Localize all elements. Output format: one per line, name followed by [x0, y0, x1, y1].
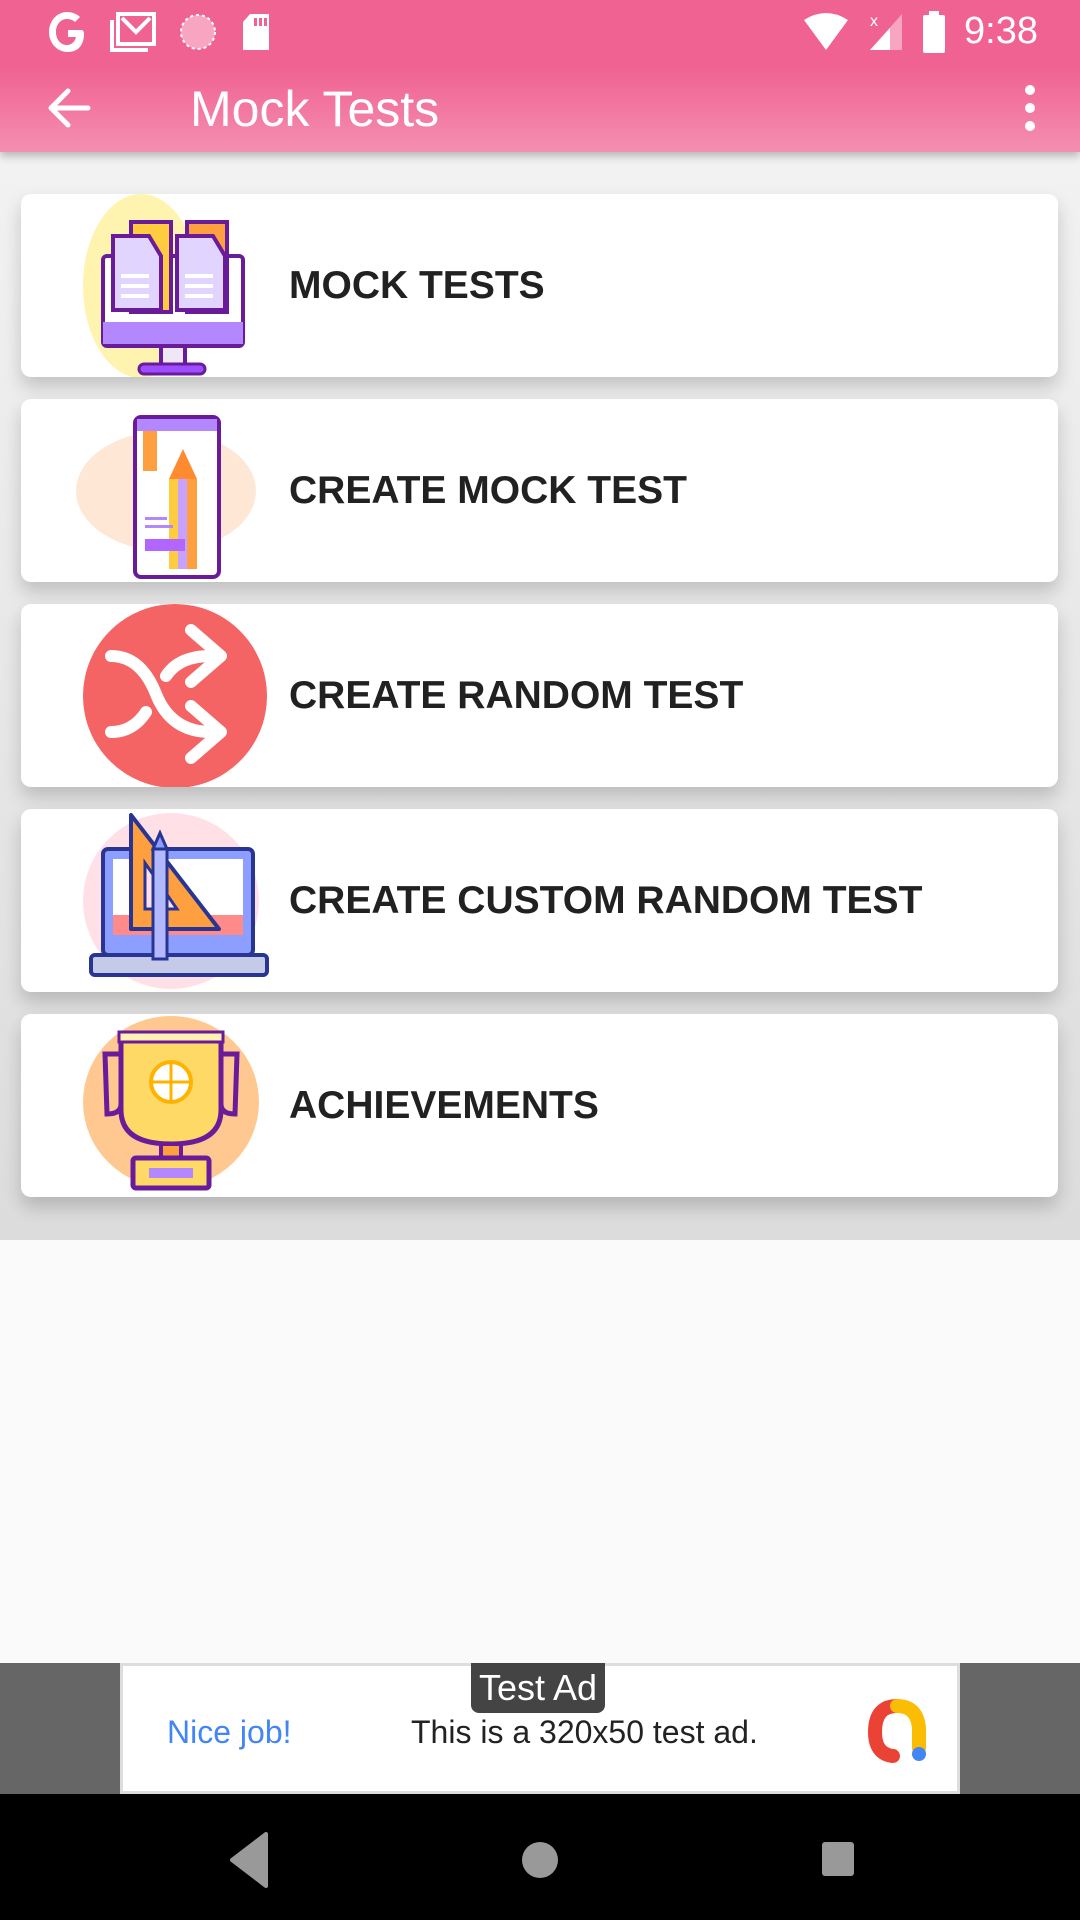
menu-item-mock-tests[interactable]: MOCK TESTS	[21, 194, 1058, 377]
menu-item-label: CREATE CUSTOM RANDOM TEST	[289, 878, 923, 922]
shuffle-icon	[83, 604, 267, 787]
ad-body: This is a 320x50 test ad.	[411, 1714, 758, 1750]
signal-icon: x	[870, 13, 903, 50]
clock: 9:38	[964, 10, 1038, 52]
nav-recents-button[interactable]	[802, 1824, 872, 1894]
wifi-icon	[804, 12, 849, 50]
ad-headline[interactable]: Nice job!	[167, 1714, 292, 1751]
ad-content[interactable]: Test Ad Nice job! This is a 320x50 test …	[120, 1663, 960, 1794]
status-bar: x 9:38	[0, 0, 1080, 66]
menu-item-label: ACHIEVEMENTS	[289, 1083, 599, 1127]
menu-item-label: MOCK TESTS	[289, 263, 545, 307]
laptop-ruler-icon	[83, 813, 269, 989]
phone-pencil-icon	[76, 415, 256, 579]
system-nav-bar	[0, 1794, 1080, 1920]
menu-item-create-custom-random-test[interactable]: CREATE CUSTOM RANDOM TEST	[21, 809, 1058, 992]
monitor-documents-icon	[83, 194, 245, 377]
page-title: Mock Tests	[190, 81, 440, 137]
battery-icon	[923, 10, 946, 53]
arrow-left-icon	[48, 88, 91, 128]
gmail-icon	[110, 12, 156, 52]
sd-card-icon	[243, 14, 269, 50]
overflow-menu-button[interactable]	[1010, 78, 1050, 138]
top-bar: x 9:38 Mock Tests	[0, 0, 1080, 152]
menu-item-label: CREATE RANDOM TEST	[289, 673, 744, 717]
svg-text:x: x	[870, 13, 878, 30]
sync-icon	[180, 14, 216, 50]
empty-area	[0, 1240, 1080, 1663]
menu-item-label: CREATE MOCK TEST	[289, 468, 687, 512]
back-triangle-icon	[230, 1832, 268, 1888]
menu-item-create-random-test[interactable]: CREATE RANDOM TEST	[21, 604, 1058, 787]
recents-square-icon	[822, 1842, 854, 1876]
more-vertical-icon	[1025, 85, 1035, 131]
home-circle-icon	[522, 1842, 558, 1878]
ad-badge: Test Ad	[471, 1663, 606, 1713]
ad-banner: Test Ad Nice job! This is a 320x50 test …	[0, 1663, 1080, 1794]
app-bar: Mock Tests	[0, 66, 1080, 152]
nav-back-button[interactable]	[218, 1824, 288, 1894]
trophy-icon	[83, 1016, 259, 1191]
menu-item-create-mock-test[interactable]: CREATE MOCK TEST	[21, 399, 1058, 582]
admob-logo-icon	[867, 1699, 926, 1763]
back-button[interactable]	[40, 78, 100, 138]
nav-home-button[interactable]	[505, 1824, 575, 1894]
menu-item-achievements[interactable]: ACHIEVEMENTS	[21, 1014, 1058, 1197]
google-icon	[49, 12, 84, 52]
